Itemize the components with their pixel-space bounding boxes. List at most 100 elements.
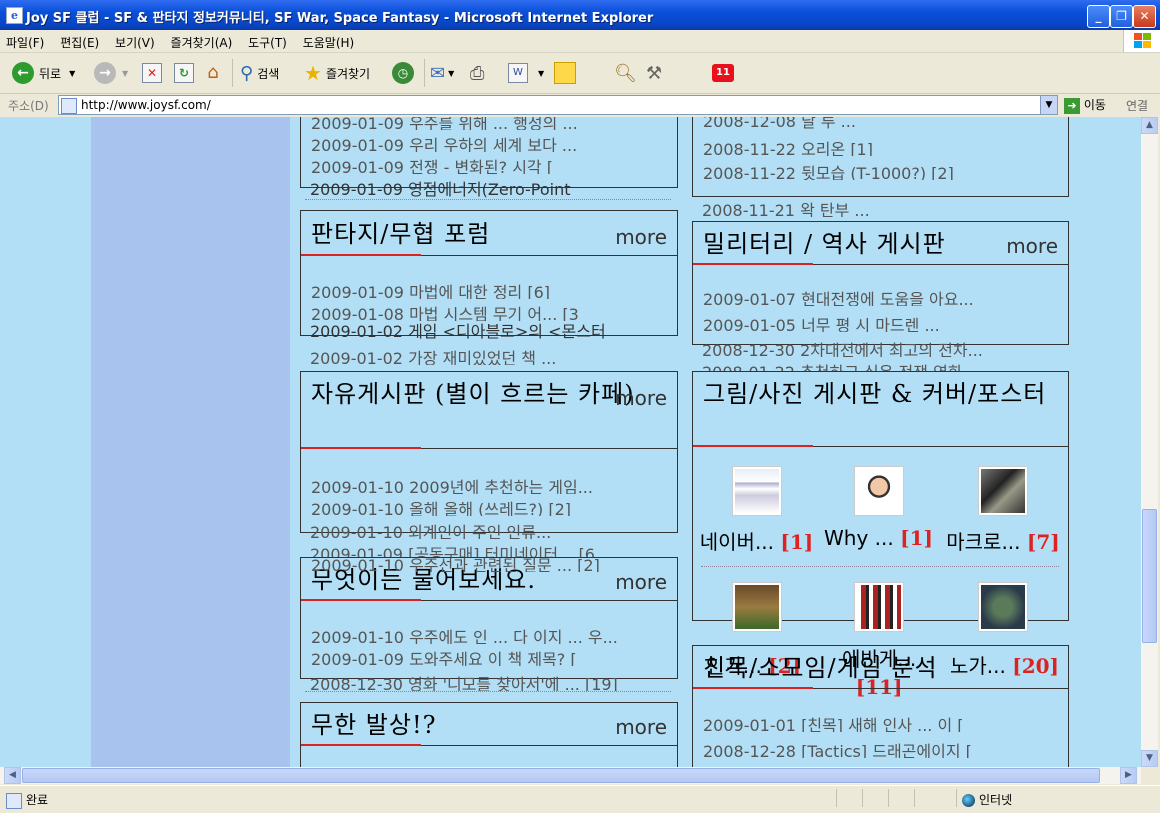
11st-button[interactable]: 11: [712, 61, 734, 85]
scroll-down-button[interactable]: ▼: [1141, 750, 1158, 767]
board-row[interactable]: 2009-01-10 올해 올해 (쓰레드?) [2]: [311, 498, 571, 516]
board-row[interactable]: 2009-01-10 외계인이 주인 인류...: [310, 521, 666, 539]
more-link[interactable]: more: [1006, 234, 1058, 258]
address-label: 주소(D): [8, 99, 49, 113]
board-row[interactable]: 2008-11-22 뒷모습 (T-1000?) [2]: [703, 162, 954, 180]
history-button[interactable]: ◷: [392, 61, 414, 85]
board-fantasy: 판타지/무협 포럼 more 2009-01-09 마법에 대한 정리 [6] …: [300, 210, 678, 336]
more-link[interactable]: more: [615, 570, 667, 594]
status-text: 완료: [6, 791, 48, 809]
go-button[interactable]: ➜ 이동: [1064, 96, 1106, 114]
stop-button[interactable]: ✕: [142, 61, 162, 85]
menu-help[interactable]: 도움말(H): [297, 30, 361, 51]
back-button[interactable]: ← 뒤로 ▼: [12, 61, 75, 85]
board-military: 밀리터리 / 역사 게시판 more 2009-01-07 현대전쟁에 도움을 …: [692, 221, 1069, 345]
board-row[interactable]: 2008-12-30 영화 '니모를 찾아서'에 ... [19]: [310, 673, 666, 691]
magnifier-icon: 🔍︎: [614, 62, 637, 84]
board-row[interactable]: 2009-01-10 우주에도 인 ... 다 이지 ... 우...: [311, 626, 618, 644]
board-row[interactable]: 2009-01-02 가장 재미있었던 책 ...: [310, 347, 666, 365]
links-label[interactable]: 연결: [1126, 97, 1148, 114]
vertical-scrollbar[interactable]: ▲ ▼: [1141, 117, 1158, 767]
board-row[interactable]: 2009-01-09 우주를 위해 ... 행성의 ...: [311, 117, 578, 130]
more-link[interactable]: more: [615, 386, 667, 410]
print-button[interactable]: ⎙: [470, 61, 484, 85]
board-title[interactable]: 무한 발상!?: [311, 709, 436, 741]
more-link[interactable]: more: [615, 715, 667, 739]
favorites-button[interactable]: ★ 즐겨찾기: [304, 61, 370, 85]
go-arrow-icon: ➜: [1064, 97, 1080, 114]
globe-icon: [962, 794, 975, 807]
menu-view[interactable]: 보기(V): [109, 30, 161, 51]
menu-favorites[interactable]: 즐겨찾기(A): [165, 30, 239, 51]
more-link[interactable]: more: [615, 225, 667, 249]
gallery-item[interactable]: [699, 582, 814, 642]
stop-icon: ✕: [142, 63, 162, 83]
search-icon: ⚲: [240, 62, 254, 84]
gallery-item[interactable]: [821, 582, 936, 642]
thumbnail[interactable]: [853, 466, 904, 516]
tools-button[interactable]: ⚒: [646, 61, 662, 85]
menu-tools[interactable]: 도구(T): [242, 30, 293, 51]
board-title[interactable]: 밀리터리 / 역사 게시판: [703, 228, 946, 260]
edit-button[interactable]: W ▼: [508, 61, 544, 85]
research-button[interactable]: 🔍︎: [614, 61, 637, 85]
board-row[interactable]: 2008-11-21 왁 탄부 ...: [702, 199, 1058, 217]
thumbnail[interactable]: [978, 466, 1028, 516]
board-title[interactable]: 그림/사진 게시판 & 커버/포스터: [703, 378, 1063, 410]
thumbnail[interactable]: [978, 582, 1028, 632]
security-zone: 인터넷: [962, 791, 1012, 808]
close-button[interactable]: ✕: [1133, 5, 1156, 28]
address-input[interactable]: http://www.joysf.com/ ▼: [58, 95, 1058, 115]
board-row[interactable]: 2009-01-08 마법 시스템 무기 어... [3: [311, 303, 579, 321]
scroll-thumb[interactable]: [1142, 509, 1157, 643]
minimize-button[interactable]: _: [1087, 5, 1110, 28]
scroll-left-button[interactable]: ◀: [4, 767, 21, 784]
board-gallery: 그림/사진 게시판 & 커버/포스터 네이버... [1] Why ... [1…: [692, 371, 1069, 632]
thumbnail[interactable]: [853, 582, 904, 632]
horizontal-scrollbar[interactable]: ◀ ▶: [0, 767, 1141, 784]
board-row[interactable]: 2009-01-10 2009년에 추천하는 게임...: [311, 476, 593, 494]
forward-arrow-icon: →: [94, 62, 116, 84]
board-title[interactable]: 판타지/무협 포럼: [311, 218, 490, 250]
forward-button[interactable]: → ▼: [94, 61, 128, 85]
board-row[interactable]: 2009-01-09 우리 우하의 세계 보다 ...: [311, 134, 577, 152]
home-button[interactable]: ⌂: [204, 61, 222, 85]
note-icon: [554, 62, 576, 84]
menu-file[interactable]: 파일(F): [0, 30, 50, 51]
board-row[interactable]: 2009-01-09 전쟁 - 변화된? 시각 [: [311, 156, 553, 174]
chevron-down-icon[interactable]: ▼: [1040, 96, 1057, 114]
gallery-item[interactable]: 네이버... [1]: [699, 466, 814, 555]
messenger-button[interactable]: [554, 61, 576, 85]
thumbnail[interactable]: [731, 582, 782, 632]
gallery-item[interactable]: [943, 582, 1063, 642]
go-label: 이동: [1083, 98, 1106, 112]
board-row[interactable]: 2009-01-09 영점에너지(Zero-Point: [310, 181, 571, 199]
scroll-right-button[interactable]: ▶: [1120, 767, 1137, 784]
gallery-item[interactable]: 마크로... [7]: [943, 466, 1063, 555]
board-row[interactable]: 2009-01-01 [친목] 새해 인사 ... 이 [: [703, 714, 964, 732]
maximize-button[interactable]: ❐: [1110, 5, 1133, 28]
mail-button[interactable]: ✉ ▼: [430, 61, 454, 85]
board-row[interactable]: 2009-01-09 도와주세요 이 책 제목? [: [311, 648, 577, 666]
board-row[interactable]: 2008-11-22 오리온 [1]: [703, 138, 873, 156]
page-icon: [6, 792, 22, 809]
board-row[interactable]: 2009-01-09 마법에 대한 정리 [6]: [311, 281, 550, 299]
scroll-up-button[interactable]: ▲: [1141, 117, 1158, 134]
toolbar: ← 뒤로 ▼ → ▼ ✕ ↻ ⌂ ⚲ 검색 ★ 즐겨찾기 ◷ ✉ ▼ ⎙ W ▼…: [0, 53, 1160, 94]
scroll-thumb[interactable]: [22, 768, 1100, 783]
thumbnail[interactable]: [731, 466, 782, 516]
board-row[interactable]: 2008-12-28 [Tactics] 드래곤에이지 [: [703, 740, 972, 758]
window-title: Joy SF 클럽 - SF & 판타지 정보커뮤니티, SF War, Spa…: [26, 11, 654, 26]
board-row[interactable]: 2009-01-10 우주선과 관련된 질문 ... [2]: [311, 554, 600, 572]
board-row[interactable]: 2008-12-30 2차대전에서 최고의 전차...: [702, 339, 1058, 357]
board-row[interactable]: 2009-01-05 너무 평 시 마드렌 ...: [703, 314, 940, 332]
board-row[interactable]: 2008-12-08 달 루 ...: [703, 117, 856, 132]
menu-edit[interactable]: 편집(E): [54, 30, 105, 51]
board-title[interactable]: 친목/소모임/게임 분석: [703, 652, 938, 684]
search-button[interactable]: ⚲ 검색: [240, 61, 279, 85]
board-row[interactable]: 2009-01-07 현대전쟁에 도움을 아요...: [703, 288, 974, 306]
print-icon: ⎙: [470, 62, 485, 84]
refresh-button[interactable]: ↻: [174, 61, 194, 85]
gallery-item[interactable]: Why ... [1]: [821, 466, 936, 550]
board-row[interactable]: 2009-01-02 게임 <디아블로>의 <몬스터: [310, 323, 606, 341]
